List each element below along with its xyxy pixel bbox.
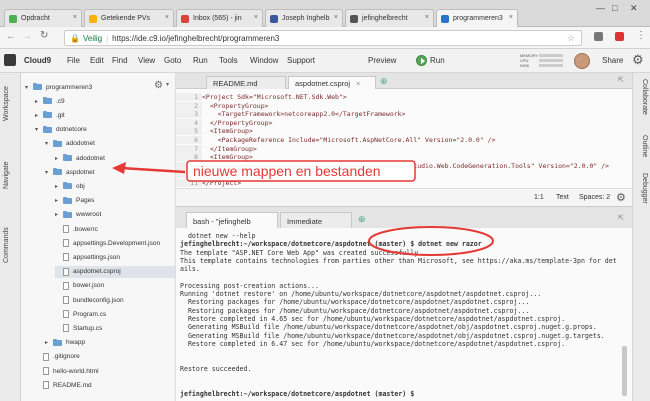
annotation-overlay: [112, 160, 494, 256]
annotation-arrow: [112, 162, 186, 174]
annotation-text: nieuwe mappen en bestanden: [193, 163, 381, 179]
annotation-ellipse: [368, 226, 494, 256]
